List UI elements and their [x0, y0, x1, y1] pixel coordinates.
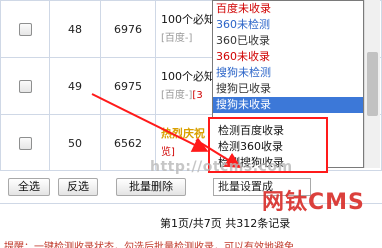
watermark-logo: 网钛CMS — [262, 190, 365, 215]
cms-article-list-screen: 48 6976 100个必知 [百度-] 49 6975 100个必知 [百度-… — [0, 0, 382, 248]
watermark-url: http://otcms.com — [150, 159, 293, 175]
arrow-to-highlight — [91, 93, 209, 152]
